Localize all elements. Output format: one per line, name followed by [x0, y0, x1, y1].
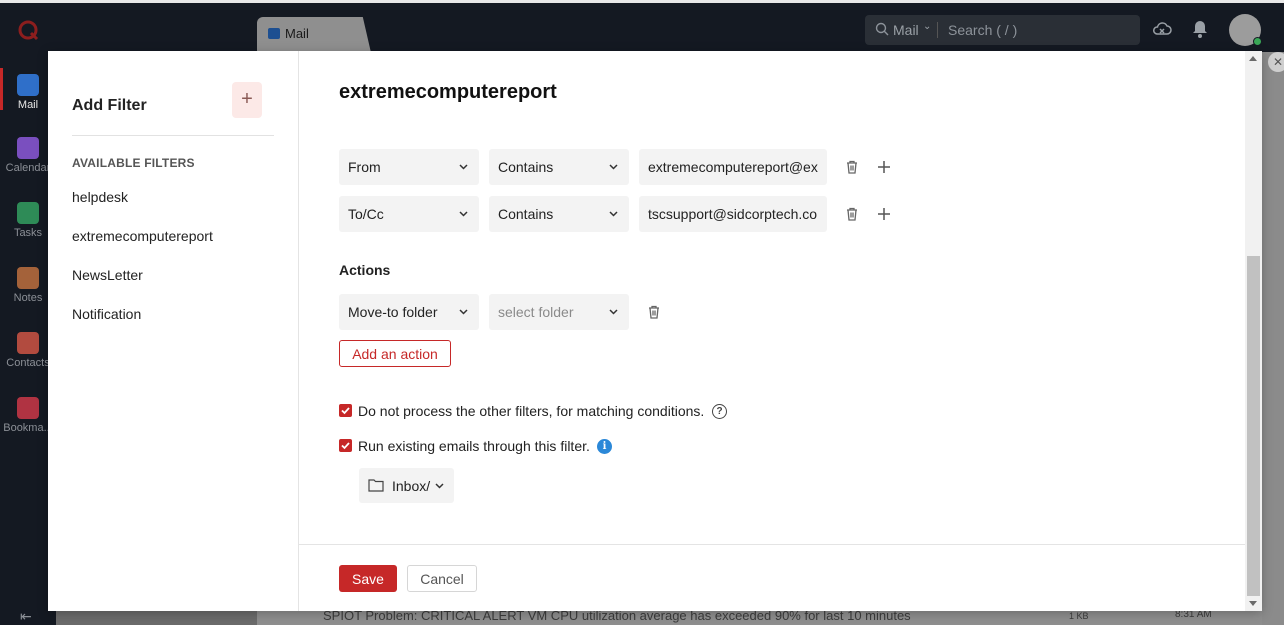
chevron-down-icon	[459, 211, 468, 217]
bell-icon[interactable]	[1192, 20, 1208, 38]
cloud-icon[interactable]	[1152, 20, 1172, 38]
select-value: Contains	[498, 206, 554, 222]
contacts-icon	[17, 332, 39, 354]
checkmark-icon	[341, 442, 350, 450]
calendar-icon	[17, 137, 39, 159]
condition-1-value-input[interactable]	[639, 149, 827, 185]
select-placeholder: select folder	[498, 304, 574, 320]
mail-icon	[17, 74, 39, 96]
chevron-down-icon	[609, 164, 618, 170]
search-scope-select[interactable]: Mail	[893, 22, 919, 38]
plus-icon[interactable]	[876, 206, 892, 222]
mail-size: 1 KB	[1069, 611, 1089, 621]
divider	[72, 135, 274, 136]
save-button[interactable]: Save	[339, 565, 397, 592]
scroll-down-icon[interactable]	[1249, 601, 1257, 606]
folder-select[interactable]: select folder	[489, 294, 629, 330]
avatar[interactable]	[1229, 14, 1262, 46]
checkbox-checked[interactable]	[339, 439, 352, 452]
filter-item-helpdesk[interactable]: helpdesk	[72, 189, 128, 205]
online-status-dot	[1253, 37, 1262, 46]
bookmark-icon	[17, 397, 39, 419]
chevron-down-icon	[609, 211, 618, 217]
condition-1-field-select[interactable]: From	[339, 149, 479, 185]
right-panel	[1262, 52, 1284, 625]
select-value: From	[348, 159, 381, 175]
sidebar-item-label: Calendar	[5, 162, 51, 174]
trash-icon[interactable]	[646, 304, 662, 320]
chevron-down-icon	[459, 164, 468, 170]
plus-icon[interactable]	[876, 159, 892, 175]
folder-label: Inbox/	[392, 478, 431, 494]
checkmark-icon	[341, 407, 350, 415]
sidebar-item-label: Bookma...	[3, 422, 53, 434]
condition-2-value-input[interactable]	[639, 196, 827, 232]
search-bar[interactable]: Mail ⌄ Search ( / )	[865, 15, 1140, 45]
scroll-up-icon[interactable]	[1249, 56, 1257, 61]
trash-icon[interactable]	[844, 159, 860, 175]
action-type-select[interactable]: Move-to folder	[339, 294, 479, 330]
dialog-footer: Save Cancel	[299, 544, 1245, 611]
help-icon[interactable]: ?	[712, 404, 727, 419]
cancel-button[interactable]: Cancel	[407, 565, 477, 592]
trash-icon[interactable]	[844, 206, 860, 222]
checkbox-label: Run existing emails through this filter.	[358, 438, 590, 454]
condition-1-operator-select[interactable]: Contains	[489, 149, 629, 185]
chevron-down-icon	[609, 309, 618, 315]
info-icon[interactable]: i	[597, 439, 612, 454]
filter-item-extremecomputereport[interactable]: extremecomputereport	[72, 228, 213, 244]
filter-dialog: Add Filter + AVAILABLE FILTERS helpdesk …	[48, 51, 1262, 611]
filter-list-panel: Add Filter + AVAILABLE FILTERS helpdesk …	[48, 51, 299, 611]
close-icon[interactable]: ✕	[1268, 52, 1284, 72]
select-value: To/Cc	[348, 206, 384, 222]
mail-icon	[268, 28, 280, 39]
search-input[interactable]: Search ( / )	[948, 22, 1017, 38]
chevron-down-icon: ⌄	[923, 21, 932, 32]
run-folder-select[interactable]: Inbox/	[359, 468, 454, 503]
select-value: Contains	[498, 159, 554, 175]
search-divider	[937, 22, 938, 38]
app-logo-icon	[18, 20, 39, 41]
folder-icon	[368, 479, 384, 492]
filter-item-notification[interactable]: Notification	[72, 306, 141, 322]
add-filter-button[interactable]: +	[232, 82, 262, 118]
add-action-button[interactable]: Add an action	[339, 340, 451, 367]
search-icon	[875, 22, 889, 36]
chevron-down-icon	[435, 483, 444, 489]
tasks-icon	[17, 202, 39, 224]
sidebar-item-label: Notes	[13, 292, 43, 304]
condition-2-field-select[interactable]: To/Cc	[339, 196, 479, 232]
collapse-sidebar-icon[interactable]: ⇤	[20, 608, 32, 625]
filter-item-newsletter[interactable]: NewsLetter	[72, 267, 143, 283]
chevron-down-icon	[459, 309, 468, 315]
sidebar-item-label: Contacts	[6, 357, 50, 369]
app-header: Mail ⌄ Search ( / )	[0, 0, 1284, 52]
actions-heading: Actions	[339, 262, 391, 278]
sidebar-item-label: Mail	[17, 99, 39, 111]
condition-2-operator-select[interactable]: Contains	[489, 196, 629, 232]
sidebar-item-label: Tasks	[13, 227, 43, 239]
option-stop-processing[interactable]: Do not process the other filters, for ma…	[339, 402, 739, 420]
available-filters-heading: AVAILABLE FILTERS	[72, 156, 195, 170]
notes-icon	[17, 267, 39, 289]
checkbox-label: Do not process the other filters, for ma…	[358, 403, 705, 419]
tab-label: Mail	[285, 26, 309, 41]
checkbox-checked[interactable]	[339, 404, 352, 417]
filter-editor: extremecomputereport From Contains To/Cc…	[299, 51, 1245, 611]
scrollbar[interactable]	[1245, 51, 1262, 611]
dialog-title: Add Filter	[72, 97, 147, 114]
select-value: Move-to folder	[348, 304, 438, 320]
scrollbar-thumb[interactable]	[1247, 256, 1260, 596]
option-run-existing[interactable]: Run existing emails through this filter.…	[339, 437, 639, 455]
filter-name-heading: extremecomputereport	[339, 81, 557, 103]
